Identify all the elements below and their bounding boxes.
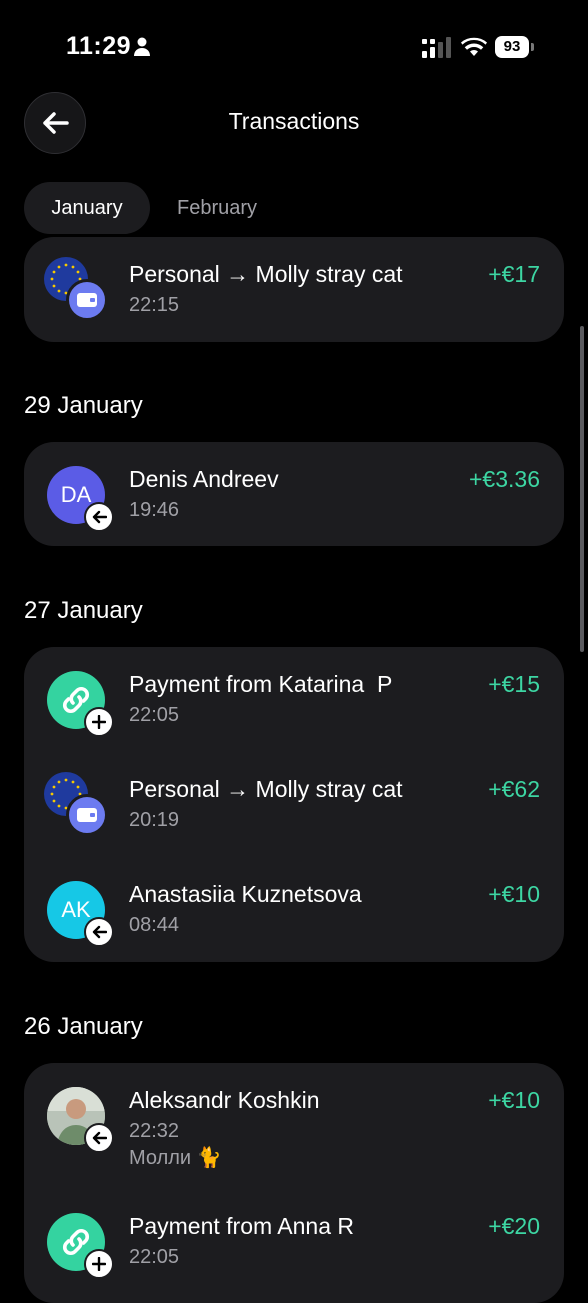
transaction-row[interactable]: Aleksandr Koshkin 22:32 Молли 🐈 +€10 [24,1063,564,1189]
transaction-title: Payment from Anna R [129,1213,354,1239]
transaction-time: 22:32 [129,1120,180,1142]
transaction-time: 20:19 [129,809,180,831]
transaction-card: Aleksandr Koshkin 22:32 Молли 🐈 +€10 Pay… [24,1063,564,1303]
transaction-row[interactable]: Personal → Molly stray cat 22:15 +€17 [24,237,564,341]
plus-icon [84,707,114,737]
arrow-left-icon [84,1123,114,1153]
transaction-note: Молли 🐈 [129,1147,222,1169]
transaction-row[interactable]: Payment from Katarina P 22:05 +€15 [24,647,564,751]
transaction-card: DA Denis Andreev 19:46 +€3.36 [24,442,564,546]
status-bar: 11:29 93 [0,0,588,96]
section-date: 27 January [24,597,143,624]
transaction-amount: +€17 [488,261,540,287]
person-icon [134,37,150,56]
signal-icon [422,37,451,58]
transaction-row[interactable]: DA Denis Andreev 19:46 +€3.36 [24,442,564,546]
battery-indicator: 93 [495,36,535,58]
transaction-row[interactable]: AK Anastasiia Kuznetsova 08:44 +€10 [24,857,564,961]
wifi-icon [461,37,487,56]
tab-january[interactable]: January [24,182,150,234]
arrow-left-icon [84,502,114,532]
transaction-title: Denis Andreev [129,466,279,492]
section-date: 26 January [24,1013,143,1040]
battery-level: 93 [495,36,529,58]
transaction-title: Personal → Molly stray cat [129,261,403,287]
transaction-time: 22:15 [129,294,180,316]
transaction-row[interactable]: Personal → Molly stray cat 20:19 +€62 [24,752,564,856]
transaction-card: Payment from Katarina P 22:05 +€15 Perso… [24,647,564,962]
transaction-amount: +€10 [488,1087,540,1113]
status-time: 11:29 [66,32,132,60]
battery-cap [531,43,534,51]
transaction-title: Personal → Molly stray cat [129,776,403,802]
transaction-time: 22:05 [129,704,180,726]
transaction-title: Aleksandr Koshkin [129,1087,320,1113]
tab-february[interactable]: February [150,182,284,234]
transaction-amount: +€3.36 [469,466,540,492]
section-date: 29 January [24,392,143,419]
transaction-time: 19:46 [129,499,180,521]
transaction-amount: +€62 [488,776,540,802]
arrow-left-icon [84,917,114,947]
transaction-row[interactable]: Payment from Anna R 22:05 +€20 [24,1189,564,1293]
transaction-card: Personal → Molly stray cat 22:15 +€17 [24,237,564,342]
wallet-icon [66,794,108,836]
transaction-title: Anastasiia Kuznetsova [129,881,362,907]
page-title: Transactions [228,108,360,134]
transaction-amount: +€20 [488,1213,540,1239]
scrollbar[interactable] [580,326,584,652]
wallet-icon [66,279,108,321]
transaction-title: Payment from Katarina P [129,671,393,697]
transaction-time: 08:44 [129,914,180,936]
plus-icon [84,1249,114,1279]
transaction-amount: +€10 [488,881,540,907]
transaction-time: 22:05 [129,1246,180,1268]
transaction-amount: +€15 [488,671,540,697]
